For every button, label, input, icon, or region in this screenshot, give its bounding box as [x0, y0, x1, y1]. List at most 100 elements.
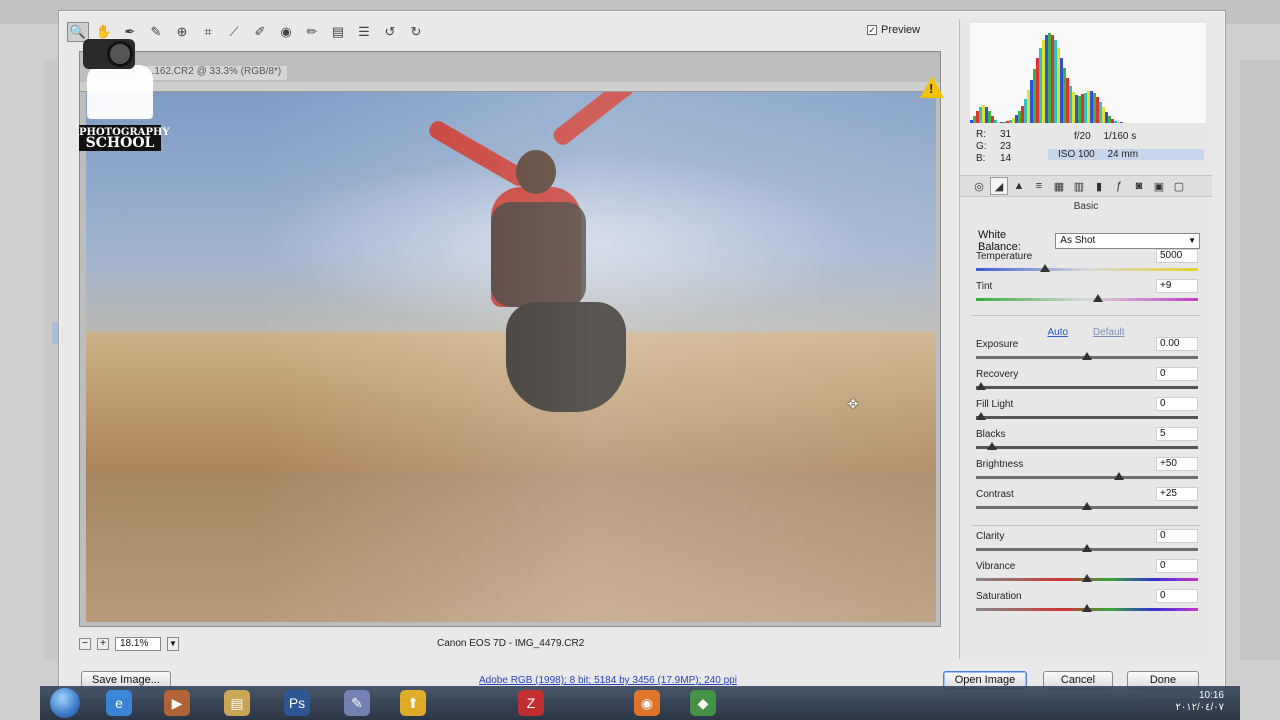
- tab-snapshots[interactable]: ▢: [1170, 177, 1188, 195]
- tab-presets[interactable]: ▣: [1150, 177, 1168, 195]
- slider-temperature: Temperature 5000: [976, 249, 1198, 279]
- filezilla-icon[interactable]: Z: [518, 690, 544, 716]
- straighten-tool[interactable]: ⟋: [223, 22, 245, 42]
- slider-thumb[interactable]: [1082, 352, 1092, 360]
- preview-checkbox[interactable]: ✓: [867, 25, 877, 35]
- logo-shirt: [87, 65, 153, 119]
- spot-removal-tool[interactable]: ✐: [249, 22, 271, 42]
- slider-value-input[interactable]: 0: [1156, 589, 1198, 603]
- internet-explorer-icon[interactable]: e: [106, 690, 132, 716]
- zoom-level-field[interactable]: 18.1%: [115, 637, 161, 651]
- slider-fill-light: Fill Light 0: [976, 397, 1198, 427]
- slider-value-input[interactable]: +50: [1156, 457, 1198, 471]
- tab-detail[interactable]: ≡: [1030, 177, 1048, 195]
- zoom-dropdown-button[interactable]: ▼: [167, 637, 179, 651]
- taskbar-clock[interactable]: 10:16 ٢٠١٢/٠٤/٠٧: [1175, 690, 1224, 714]
- slider-thumb[interactable]: [1092, 294, 1103, 302]
- ruler-ghost: [80, 82, 940, 92]
- slider-value-input[interactable]: 5000: [1156, 249, 1198, 263]
- slider-track[interactable]: [976, 416, 1198, 419]
- slider-value-input[interactable]: 0: [1156, 559, 1198, 573]
- detail-icon: ≡: [1035, 180, 1043, 192]
- image-preview-area[interactable]: ...162.CR2 @ 33.3% (RGB/8*) ! ✥: [79, 51, 944, 627]
- slider-value-input[interactable]: +9: [1156, 279, 1198, 293]
- app-icon[interactable]: ⬆: [400, 690, 426, 716]
- slider-value-input[interactable]: 0.00: [1156, 337, 1198, 351]
- slider-label: Tint: [976, 281, 993, 292]
- target-adjust-tool[interactable]: ⊕: [171, 22, 193, 42]
- auto-link[interactable]: Auto: [1047, 327, 1068, 338]
- warning-icon[interactable]: !: [920, 76, 944, 98]
- adjustment-brush-tool[interactable]: ✏: [301, 22, 323, 42]
- start-button[interactable]: [50, 688, 80, 718]
- section-title: Basic: [1073, 201, 1099, 212]
- tab-lens[interactable]: ▮: [1090, 177, 1108, 195]
- media-player-icon[interactable]: ▶: [164, 690, 190, 716]
- slider-label: Fill Light: [976, 399, 1014, 410]
- slider-label: Recovery: [976, 369, 1019, 380]
- slider-value-input[interactable]: 0: [1156, 529, 1198, 543]
- slider-track[interactable]: [976, 268, 1198, 271]
- slider-contrast: Contrast +25: [976, 487, 1198, 517]
- photoshop-icon[interactable]: Ps: [284, 690, 310, 716]
- chevron-down-icon: ▼: [1188, 236, 1196, 245]
- b-value: 14: [1000, 153, 1012, 164]
- workflow-options-link[interactable]: Adobe RGB (1998); 8 bit; 5184 by 3456 (1…: [479, 675, 737, 686]
- preferences-tool[interactable]: ☰: [353, 22, 375, 42]
- slider-thumb[interactable]: [1082, 502, 1092, 510]
- app-icon[interactable]: ◆: [690, 690, 716, 716]
- firefox-icon[interactable]: ◉: [634, 690, 660, 716]
- tab-basic[interactable]: ◢: [990, 177, 1008, 195]
- crop-tool[interactable]: ⌗: [197, 22, 219, 42]
- tab-tone-curve[interactable]: ▲: [1010, 177, 1028, 195]
- slider-thumb[interactable]: [1082, 604, 1092, 612]
- slider-thumb[interactable]: [1113, 472, 1124, 480]
- preview-toggle[interactable]: ✓ Preview: [867, 24, 920, 36]
- slider-track[interactable]: [976, 386, 1198, 389]
- slider-thumb[interactable]: [1039, 264, 1050, 272]
- g-label: G:: [976, 141, 987, 152]
- zoom-out-button[interactable]: −: [79, 638, 91, 650]
- tab-camera-calibration[interactable]: ◙: [1130, 177, 1148, 195]
- slider-value-input[interactable]: 0: [1156, 397, 1198, 411]
- tab-basic-aperture[interactable]: ◎: [970, 177, 988, 195]
- slider-track[interactable]: [976, 446, 1198, 449]
- preferences-icon: ☰: [358, 24, 370, 39]
- file-explorer-icon[interactable]: ▤: [224, 690, 250, 716]
- red-eye-tool[interactable]: ◉: [275, 22, 297, 42]
- slider-thumb[interactable]: [1082, 574, 1092, 582]
- histogram: [970, 23, 1206, 123]
- slider-value-input[interactable]: +25: [1156, 487, 1198, 501]
- raw-photo[interactable]: [86, 92, 936, 622]
- zoom-in-button[interactable]: +: [97, 638, 109, 650]
- rotate-right-tool[interactable]: ↻: [405, 22, 427, 42]
- adjustments-panel: R: 31 G: 23 B: 14 f/20 1/160 s ISO 100 24 m…: [959, 19, 1212, 659]
- slider-value-input[interactable]: 0: [1156, 367, 1198, 381]
- rotate-left-tool[interactable]: ↺: [379, 22, 401, 42]
- default-link[interactable]: Default: [1093, 327, 1125, 338]
- slider-label: Exposure: [976, 339, 1019, 350]
- tone-curve-icon: ▲: [1013, 180, 1025, 192]
- auto-default-row: Auto Default: [960, 327, 1212, 338]
- tab-split-toning[interactable]: ▥: [1070, 177, 1088, 195]
- slider-label: Vibrance: [976, 561, 1016, 572]
- aperture-icon: ◎: [974, 180, 984, 193]
- slider-saturation: Saturation 0: [976, 589, 1198, 619]
- slider-thumb[interactable]: [976, 412, 986, 420]
- graduated-filter-tool[interactable]: ▤: [327, 22, 349, 42]
- white-balance-label: White Balance:: [978, 229, 1021, 253]
- adjustment-brush-icon: ✏: [306, 24, 318, 39]
- tab-effects[interactable]: ƒ: [1110, 177, 1128, 195]
- slider-thumb[interactable]: [1082, 544, 1092, 552]
- presets-icon: ▣: [1153, 180, 1165, 193]
- target-adjust-icon: ⊕: [176, 24, 188, 39]
- white-balance-select[interactable]: As Shot ▼: [1055, 233, 1200, 249]
- tab-hsl[interactable]: ▦: [1050, 177, 1068, 195]
- slider-track[interactable]: [976, 298, 1198, 301]
- split-toning-icon: ▥: [1073, 180, 1085, 193]
- app-icon[interactable]: ✎: [344, 690, 370, 716]
- slider-track[interactable]: [976, 476, 1198, 479]
- slider-thumb[interactable]: [976, 382, 986, 390]
- slider-value-input[interactable]: 5: [1156, 427, 1198, 441]
- slider-thumb[interactable]: [986, 442, 997, 450]
